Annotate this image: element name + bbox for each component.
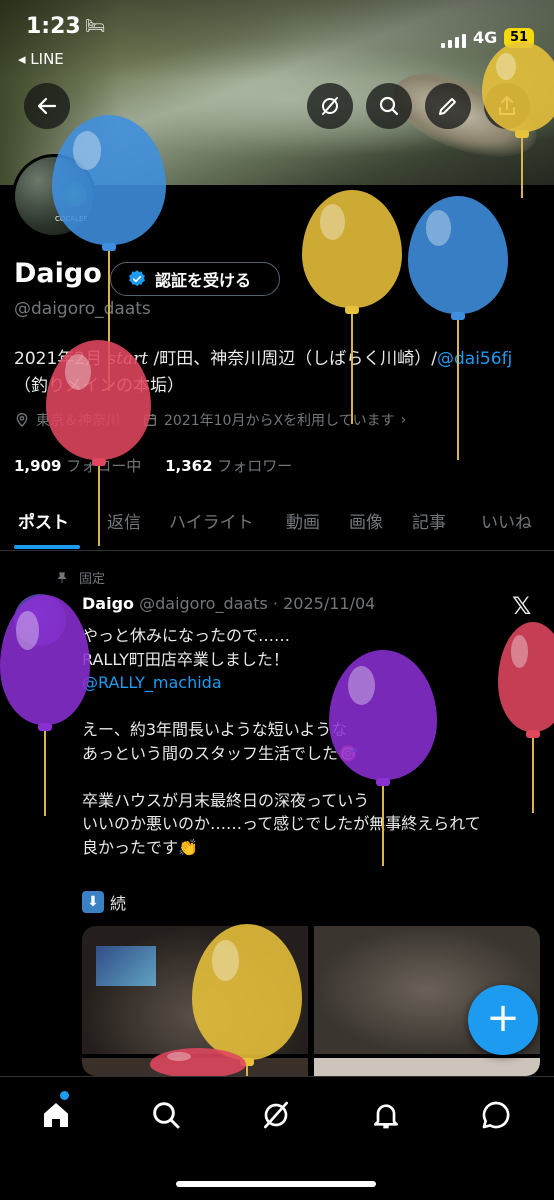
post-handle-date: @daigoro_daats · 2025/11/04 (134, 594, 376, 613)
tab-highlights[interactable]: ハイライト (169, 508, 254, 533)
post-line: あっという間のスタッフ生活でした🎯 (82, 743, 358, 763)
tab-photos[interactable]: 画像 (349, 508, 383, 533)
post-line: 卒業ハウスが月末最終日の深夜っていう (82, 790, 370, 810)
balloon-decoration (482, 42, 554, 202)
balloon-decoration (498, 622, 554, 817)
post-line (82, 765, 542, 789)
post-line: RALLY町田店卒業しました！ (82, 649, 289, 669)
home-notification-dot (60, 1091, 69, 1100)
get-verified-label: 認証を受ける (155, 271, 252, 290)
balloon-decoration (408, 196, 508, 464)
balloon-decoration (302, 190, 402, 428)
followers-count: 1,362 (165, 457, 213, 475)
nav-search[interactable] (146, 1095, 186, 1135)
status-bar: 1:23 🛏 ◂ LINE 4G 51 (0, 0, 554, 80)
pinned-label: 固定 (79, 572, 106, 587)
grok-icon (322, 97, 338, 115)
pencil-icon (439, 98, 456, 115)
balloon-decoration (0, 595, 90, 820)
post-photo-4[interactable] (314, 1058, 540, 1076)
continued-text: 続 (110, 894, 127, 913)
post-header: Daigo @daigoro_daats · 2025/11/04 (82, 594, 375, 613)
tab-likes[interactable]: いいね (481, 508, 532, 533)
followers-link[interactable]: 1,362 フォロワー (165, 457, 292, 475)
down-arrow-icon: ⬇ (82, 891, 104, 913)
search-button[interactable] (366, 83, 412, 129)
signal-icon (441, 32, 467, 48)
post-line: いいのか悪いのか……って感じでしたが無事終えられて (82, 814, 481, 833)
tab-videos[interactable]: 動画 (286, 508, 320, 533)
post-text: やっと休みになったので…… RALLY町田店卒業しました！ @RALLY_mac… (82, 624, 542, 859)
post-line (82, 695, 542, 719)
bell-icon (374, 1104, 398, 1129)
location-icon (16, 413, 28, 427)
x-logo-icon: 𝕏 (512, 592, 532, 620)
post-mention-link[interactable]: @RALLY_machida (82, 673, 222, 692)
pin-icon (57, 571, 67, 583)
home-icon (44, 1103, 68, 1127)
post-line: やっと休みになったので…… (82, 626, 291, 645)
chat-bubble-icon (482, 1101, 510, 1129)
search-icon (153, 1102, 180, 1129)
grok-icon (264, 1101, 288, 1129)
continued-label: ⬇ 続 (82, 890, 126, 914)
post-line: 良かったです👏 (82, 837, 198, 857)
photo-screen (96, 946, 156, 986)
nav-grok[interactable] (256, 1095, 296, 1135)
sleep-icon: 🛏 (85, 16, 106, 35)
search-icon (379, 96, 399, 116)
home-indicator (176, 1181, 376, 1187)
edit-button[interactable] (425, 83, 471, 129)
balloon-decoration (46, 340, 151, 550)
post-line: えー、約3年間長いような短いような (82, 720, 348, 739)
pinned-indicator: 固定 (55, 568, 105, 587)
compose-post-button[interactable]: + (468, 985, 538, 1055)
grok-button[interactable] (307, 83, 353, 129)
balloon-decoration (329, 650, 437, 870)
followers-label: フォロワー (212, 457, 293, 475)
status-time: 1:23 (26, 14, 81, 39)
nav-home[interactable] (36, 1095, 76, 1135)
tab-articles[interactable]: 記事 (412, 508, 446, 533)
nav-notifications[interactable] (366, 1095, 406, 1135)
nav-messages[interactable] (476, 1095, 516, 1135)
back-to-line-link[interactable]: ◂ LINE (18, 50, 64, 68)
